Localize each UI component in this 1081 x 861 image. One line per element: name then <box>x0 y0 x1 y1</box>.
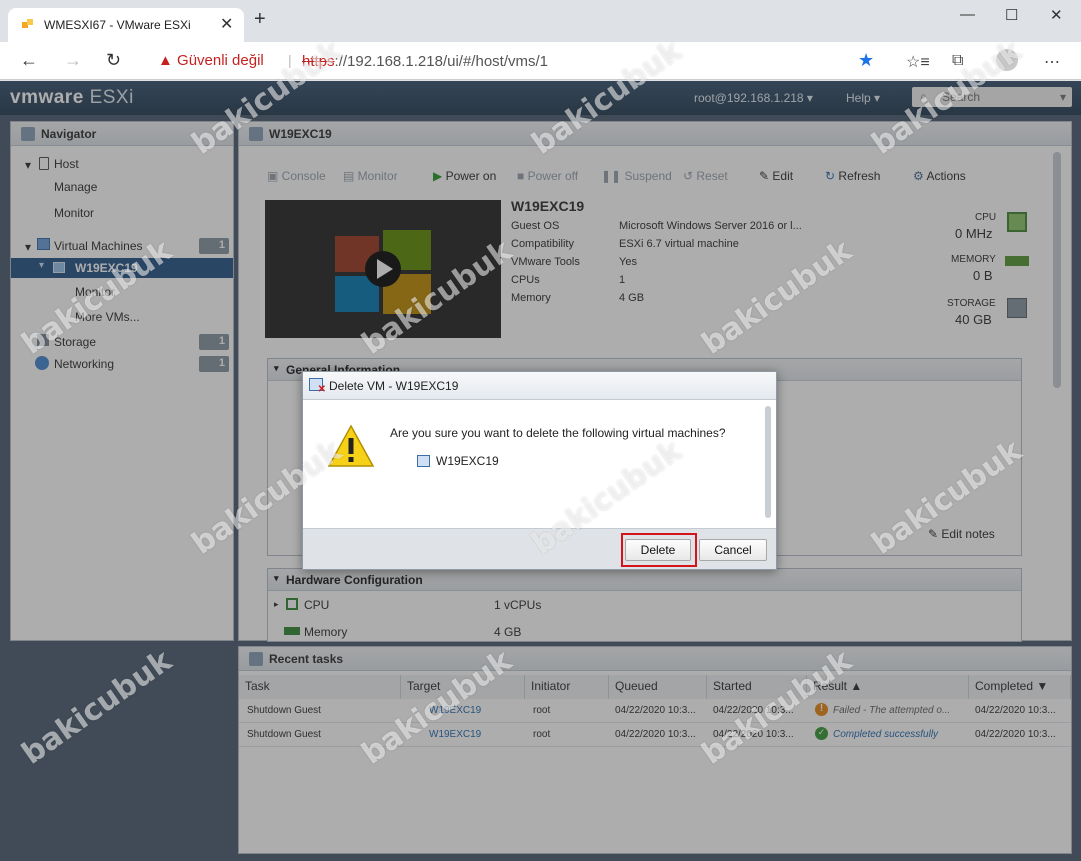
warning-icon: ▲ <box>158 52 173 69</box>
address-bar: ← → ↻ ▲ Güvenli değil | https://192.168.… <box>0 42 1081 80</box>
dialog-vm-name: W19EXC19 <box>436 454 499 468</box>
favorites-icon[interactable]: ☆≡ <box>906 52 930 72</box>
favorite-star-icon[interactable]: ★ <box>858 50 874 71</box>
dialog-title: Delete VM - W19EXC19 <box>329 379 459 393</box>
new-tab-icon[interactable]: + <box>254 8 266 31</box>
delete-vm-dialog: ✕ Delete VM - W19EXC19 Are you sure you … <box>302 371 777 570</box>
vmware-favicon-icon <box>22 19 33 28</box>
forward-icon[interactable]: → <box>64 50 82 71</box>
reload-icon[interactable]: ↻ <box>106 50 121 71</box>
back-icon[interactable]: ← <box>20 50 38 71</box>
url-field[interactable]: ▲ Güvenli değil | https://192.168.1.218/… <box>146 46 886 76</box>
tab-title: WMESXI67 - VMware ESXi <box>44 18 191 32</box>
maximize-icon[interactable]: ☐ <box>1005 6 1018 24</box>
dialog-scrollbar[interactable] <box>765 406 771 518</box>
dialog-question: Are you sure you want to delete the foll… <box>390 426 726 440</box>
browser-tab[interactable]: WMESXI67 - VMware ESXi ✕ <box>8 8 244 42</box>
profile-avatar[interactable] <box>996 49 1018 71</box>
vm-icon <box>417 455 430 467</box>
minimize-icon[interactable]: — <box>960 6 975 23</box>
dialog-footer: Delete Cancel <box>303 528 776 569</box>
delete-vm-icon: ✕ <box>309 378 326 395</box>
close-window-icon[interactable]: ✕ <box>1050 6 1063 24</box>
close-tab-icon[interactable]: ✕ <box>220 14 233 34</box>
url-separator: | <box>288 52 292 68</box>
browser-tab-bar: WMESXI67 - VMware ESXi ✕ + — ☐ ✕ <box>0 0 1081 42</box>
delete-button[interactable]: Delete <box>625 539 691 561</box>
warning-icon <box>327 424 375 467</box>
not-secure-warning[interactable]: ▲ Güvenli değil <box>158 52 264 69</box>
dialog-header: ✕ Delete VM - W19EXC19 <box>303 372 776 400</box>
cancel-button[interactable]: Cancel <box>699 539 767 561</box>
dialog-body: Are you sure you want to delete the foll… <box>303 400 776 528</box>
more-menu-icon[interactable]: ⋯ <box>1044 52 1060 72</box>
collections-icon[interactable]: ⧉ <box>952 52 963 70</box>
url-text: https://192.168.1.218/ui/#/host/vms/1 <box>302 53 549 70</box>
